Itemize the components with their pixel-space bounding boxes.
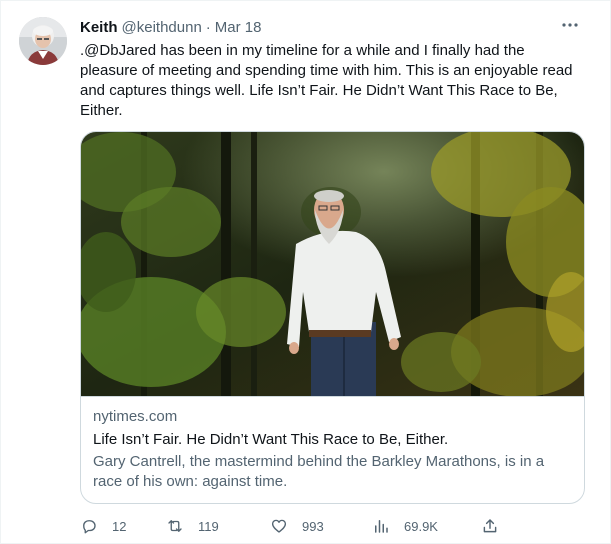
card-description: Gary Cantrell, the mastermind behind the…: [93, 453, 545, 490]
author-handle[interactable]: @keithdunn: [122, 19, 202, 36]
reply-button[interactable]: 12: [80, 515, 126, 537]
tweet-date[interactable]: Mar 18: [215, 19, 262, 36]
header-separator: ·: [205, 18, 211, 36]
views-count: 69.9K: [404, 518, 438, 534]
action-bar: 12 119 993 69.9K: [74, 515, 514, 537]
tweet-header: Keith @keithdunn · Mar 18: [80, 17, 261, 37]
reply-icon: [83, 520, 96, 534]
link-card[interactable]: nytimes.com Life Isn’t Fair. He Didn’t W…: [80, 131, 585, 504]
heart-icon: [271, 519, 287, 533]
share-icon: [483, 519, 497, 533]
tweet-text: .@DbJared has been in my timeline for a …: [80, 42, 573, 119]
retweet-count: 119: [198, 518, 219, 534]
author-name[interactable]: Keith: [80, 19, 118, 36]
card-meta: nytimes.com Life Isn’t Fair. He Didn’t W…: [93, 407, 575, 492]
card-domain: nytimes.com: [93, 408, 178, 425]
reply-count: 12: [112, 518, 127, 534]
avatar-image: [19, 17, 67, 65]
more-dots-icon: [562, 23, 578, 27]
tweet-container: Keith @keithdunn · Mar 18 .@DbJared has …: [0, 0, 611, 544]
like-button[interactable]: 993: [270, 515, 324, 537]
more-button[interactable]: [558, 15, 582, 35]
like-count: 993: [302, 518, 324, 534]
card-title: Life Isn’t Fair. He Didn’t Want This Rac…: [93, 431, 449, 448]
avatar[interactable]: [19, 17, 67, 65]
views-button[interactable]: 69.9K: [372, 515, 438, 537]
share-button[interactable]: [481, 515, 499, 537]
retweet-icon: [168, 520, 182, 532]
views-icon: [375, 520, 388, 533]
retweet-button[interactable]: 119: [166, 515, 219, 537]
card-divider: [81, 396, 584, 397]
card-image: [81, 132, 584, 396]
